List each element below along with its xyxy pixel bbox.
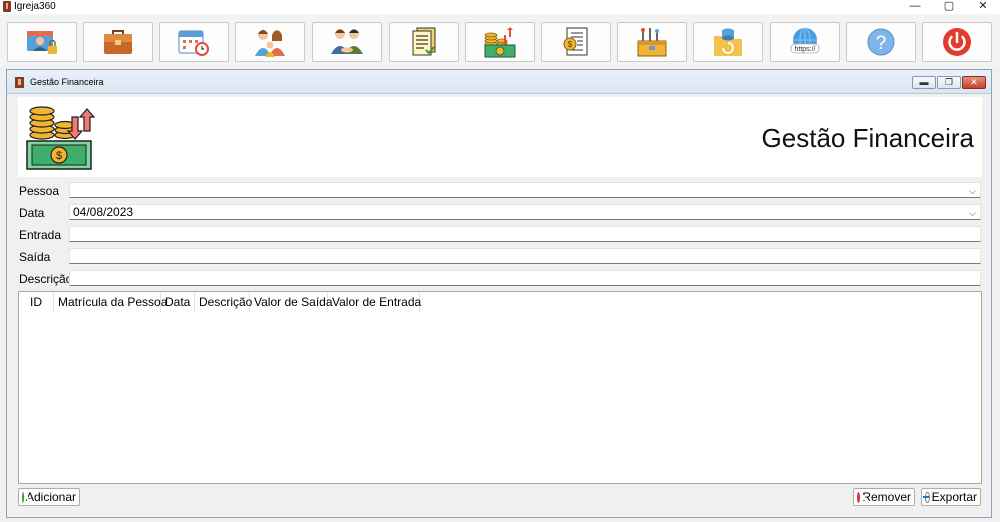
chevron-down-icon[interactable]: ⌵ [969,206,976,220]
app-title: Igreja360 [14,1,56,12]
table-header: ID Matrícula da Pessoa Data Descrição Va… [19,292,421,313]
column-header-valor-entrada[interactable]: Valor de Entrada [328,292,421,313]
entrada-input[interactable] [69,226,981,242]
receipt-scroll-icon: $ [563,27,588,56]
svg-text:$: $ [56,150,62,162]
window-restore-button[interactable]: ❐ [937,76,961,89]
window-title: Gestão Financeira [30,77,104,87]
header-panel: $ Gestão Financeira [18,97,982,177]
export-icon [923,491,930,503]
add-button[interactable]: Adicionar [18,488,80,506]
toolbar-power-button[interactable] [922,22,992,62]
globe-https-icon: https:// [790,27,820,54]
saida-label: Saída [19,250,51,264]
column-header-matricula[interactable]: Matrícula da Pessoa [54,292,167,313]
column-header-id[interactable]: ID [19,292,54,313]
database-folder-icon [714,28,742,56]
app-titlebar: Igreja360 — ▢ ✕ [0,0,1000,14]
column-header-data[interactable]: Data [161,292,195,313]
entrada-label: Entrada [19,228,62,242]
toolbar-people-button[interactable] [312,22,382,62]
saida-input[interactable] [69,248,981,264]
chevron-down-icon[interactable]: ⌵ [969,184,976,198]
power-icon [943,28,971,56]
toolbar-receipt-button[interactable]: $ [541,22,611,62]
toolbar-backup-button[interactable] [693,22,763,62]
toolbox-icon [637,28,667,57]
remove-button[interactable]: Remover [853,488,915,506]
toolbar-briefcase-button[interactable] [83,22,153,62]
family-icon [255,30,285,57]
window-close-button[interactable]: ✕ [962,76,986,89]
remove-button-label: Remover [862,490,911,504]
svg-text:https://: https:// [794,46,815,53]
money-coins-icon: $ [26,106,95,170]
window-doc-icon [15,77,24,88]
maximize-button[interactable]: ▢ [932,0,966,14]
export-button-label: Exportar [931,490,977,504]
toolbar-calendar-button[interactable] [159,22,229,62]
toolbar-documents-button[interactable] [389,22,459,62]
toolbar-family-button[interactable] [235,22,305,62]
add-icon [22,491,31,503]
calendar-clock-icon [178,30,209,56]
close-button[interactable]: ✕ [966,0,1000,14]
data-label: Data [19,206,45,220]
data-value: 04/08/2023 [73,205,134,219]
svg-text:?: ? [876,33,887,54]
documents-icon [412,27,436,56]
add-button-label: Adicionar [25,490,76,504]
question-icon: ? [867,28,895,56]
main-toolbar: $ https:// ? [0,14,1000,68]
finance-window: Gestão Financeira ▬ ❐ ✕ $ Gestão Finance… [6,69,992,518]
column-header-valor-saida[interactable]: Valor de Saída [250,292,333,313]
toolbar-tools-button[interactable] [617,22,687,62]
toolbar-help-button[interactable]: ? [846,22,916,62]
pessoa-combobox[interactable]: ⌵ [69,182,981,198]
handshake-icon [331,29,363,54]
toolbar-website-button[interactable]: https:// [770,22,840,62]
descricao-input[interactable] [69,270,981,286]
finance-window-titlebar: Gestão Financeira ▬ ❐ ✕ [7,70,991,94]
toolbar-finance-button[interactable] [465,22,535,62]
window-minimize-button[interactable]: ▬ [912,76,936,89]
pessoa-label: Pessoa [19,184,60,198]
remove-icon [857,491,866,503]
data-date-picker[interactable]: 04/08/2023 ⌵ [69,204,981,220]
briefcase-icon [104,30,132,54]
id-badge-lock-icon [27,31,57,54]
minimize-button[interactable]: — [898,0,932,14]
page-title: Gestão Financeira [761,123,974,153]
app-logo-icon [3,1,11,12]
descricao-label: Descrição [19,272,73,286]
toolbar-members-button[interactable] [7,22,77,62]
finance-table[interactable]: ID Matrícula da Pessoa Data Descrição Va… [18,291,982,484]
export-button[interactable]: Exportar [921,488,981,506]
money-coins-icon [484,27,516,58]
column-header-descricao[interactable]: Descrição [195,292,252,313]
svg-text:$: $ [568,40,573,49]
